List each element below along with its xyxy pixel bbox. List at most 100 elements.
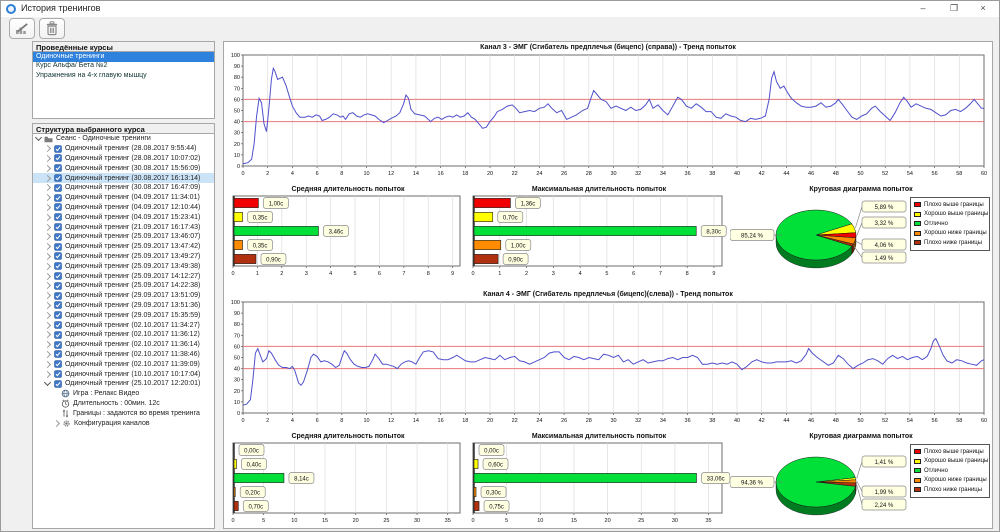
svg-text:100: 100 <box>231 300 240 306</box>
legend-row: Хорошо выше границы <box>913 210 987 220</box>
svg-text:0,30с: 0,30с <box>486 490 501 496</box>
expander-closed-icon[interactable] <box>44 233 51 240</box>
svg-text:14: 14 <box>413 418 419 424</box>
expander-open-icon[interactable] <box>35 134 42 141</box>
expander-closed-icon[interactable] <box>44 204 51 211</box>
tree-item-label: Одиночный тренинг (25.09.2017 13:47:42) <box>65 243 200 250</box>
svg-text:34: 34 <box>660 418 666 424</box>
svg-text:6: 6 <box>378 271 381 277</box>
expander-closed-icon[interactable] <box>44 175 51 182</box>
expander-closed-icon[interactable] <box>44 194 51 201</box>
tree-item-label: Одиночный тренинг (25.10.2017 12:20:01) <box>65 380 200 387</box>
tree-item-training[interactable]: Одиночный тренинг (25.09.2017 14:12:27) <box>33 271 214 281</box>
svg-text:30: 30 <box>414 518 420 524</box>
svg-text:20: 20 <box>234 389 240 395</box>
expander-closed-icon[interactable] <box>44 302 51 309</box>
svg-text:46: 46 <box>808 418 814 424</box>
expander-open-icon[interactable] <box>44 379 51 386</box>
tree-item-training[interactable]: Одиночный тренинг (30.08.2017 16:47:09) <box>33 183 214 193</box>
tree-item-training[interactable]: Одиночный тренинг (02.10.2017 11:38:46) <box>33 350 214 360</box>
check-icon <box>53 174 62 183</box>
tree-item-training[interactable]: Одиночный тренинг (02.10.2017 11:39:09) <box>33 359 214 369</box>
expander-closed-icon[interactable] <box>53 419 60 426</box>
expander-closed-icon[interactable] <box>44 145 51 152</box>
course-list-item[interactable]: Одиночные тренинги <box>33 52 214 62</box>
tree-item-training[interactable]: Одиночный тренинг (30.08.2017 15:56:09) <box>33 163 214 173</box>
tree-item-training[interactable]: Одиночный тренинг (28.08.2017 10:07:02) <box>33 154 214 164</box>
expander-closed-icon[interactable] <box>44 331 51 338</box>
expander-closed-icon[interactable] <box>44 224 51 231</box>
tree-item-label: Одиночный тренинг (30.08.2017 15:56:09) <box>65 165 200 172</box>
expander-closed-icon[interactable] <box>44 273 51 280</box>
svg-text:15: 15 <box>322 518 328 524</box>
close-button[interactable]: × <box>969 1 997 17</box>
tree-item-label: Одиночный тренинг (30.08.2017 16:13:14) <box>65 175 200 182</box>
svg-text:32: 32 <box>635 418 641 424</box>
delete-button[interactable] <box>39 18 65 39</box>
report-button[interactable] <box>9 18 35 39</box>
tree-item-detail[interactable]: Длительность : 00мин. 12с <box>33 399 214 409</box>
tree-item-training[interactable]: Одиночный тренинг (29.09.2017 13:51:09) <box>33 291 214 301</box>
tree-item-training[interactable]: Одиночный тренинг (25.09.2017 13:47:42) <box>33 242 214 252</box>
tree-item-training[interactable]: Одиночный тренинг (25.09.2017 13:49:27) <box>33 252 214 262</box>
tree-item-training[interactable]: Одиночный тренинг (25.10.2017 12:20:01) <box>33 379 214 389</box>
svg-text:3: 3 <box>305 271 308 277</box>
svg-text:60: 60 <box>234 344 240 350</box>
svg-text:0: 0 <box>471 518 474 524</box>
tree-item-session[interactable]: Сеанс - Одиночные тренинги <box>33 134 214 144</box>
svg-text:0,00с: 0,00с <box>244 448 259 454</box>
expander-closed-icon[interactable] <box>44 184 51 191</box>
tree-item-detail[interactable]: Границы : задаются во время тренинга <box>33 408 214 418</box>
tree-item-label: Одиночный тренинг (25.09.2017 13:46:07) <box>65 233 200 240</box>
svg-text:30: 30 <box>610 171 616 177</box>
expander-closed-icon[interactable] <box>44 214 51 221</box>
tree-item-training[interactable]: Одиночный тренинг (28.08.2017 9:55:44) <box>33 144 214 154</box>
svg-text:10: 10 <box>234 153 240 159</box>
tree-item-training[interactable]: Одиночный тренинг (04.09.2017 15:23:41) <box>33 212 214 222</box>
expander-closed-icon[interactable] <box>44 263 51 270</box>
expander-closed-icon[interactable] <box>44 292 51 299</box>
expander-closed-icon[interactable] <box>44 341 51 348</box>
expander-closed-icon[interactable] <box>44 361 51 368</box>
course-list-item[interactable]: Упражнения на 4-х главую мышцу <box>33 71 214 81</box>
restore-button[interactable]: ❐ <box>940 1 968 17</box>
expander-closed-icon[interactable] <box>44 351 51 358</box>
svg-text:5: 5 <box>605 271 608 277</box>
tree-item-training[interactable]: Одиночный тренинг (25.09.2017 13:46:07) <box>33 232 214 242</box>
svg-text:1,49 %: 1,49 % <box>875 256 894 262</box>
svg-text:9: 9 <box>712 271 715 277</box>
minimize-button[interactable]: – <box>909 1 937 17</box>
tree-item-training[interactable]: Одиночный тренинг (25.09.2017 13:49:38) <box>33 261 214 271</box>
tree-item-training[interactable]: Одиночный тренинг (21.09.2017 16:17:43) <box>33 222 214 232</box>
tree-item-training[interactable]: Одиночный тренинг (25.09.2017 14:22:38) <box>33 281 214 291</box>
svg-text:0: 0 <box>241 418 244 424</box>
tree-item-training[interactable]: Одиночный тренинг (04.09.2017 12:10:44) <box>33 203 214 213</box>
legend-color-chip <box>914 478 921 483</box>
game-icon <box>61 389 70 398</box>
expander-closed-icon[interactable] <box>44 253 51 260</box>
course-list-item[interactable]: Курс Альфа/ Бета №2 <box>33 62 214 72</box>
expander-closed-icon[interactable] <box>44 155 51 162</box>
tree-item-label: Одиночный тренинг (25.09.2017 14:22:38) <box>65 282 200 289</box>
tree-item-training[interactable]: Одиночный тренинг (04.09.2017 11:34:01) <box>33 193 214 203</box>
svg-text:10: 10 <box>234 400 240 406</box>
timer-icon <box>61 399 70 408</box>
tree-item-training[interactable]: Одиночный тренинг (02.10.2017 11:36:12) <box>33 330 214 340</box>
tree-item-detail[interactable]: Конфигурация каналов <box>33 418 214 428</box>
expander-closed-icon[interactable] <box>44 243 51 250</box>
svg-text:8: 8 <box>340 171 343 177</box>
svg-text:2: 2 <box>266 171 269 177</box>
tree-item-training[interactable]: Одиночный тренинг (10.10.2017 10:17:04) <box>33 369 214 379</box>
tree-item-training[interactable]: Одиночный тренинг (02.10.2017 11:34:27) <box>33 320 214 330</box>
tree-item-training[interactable]: Одиночный тренинг (30.08.2017 16:13:14) <box>33 173 214 183</box>
expander-closed-icon[interactable] <box>44 312 51 319</box>
tree-item-detail[interactable]: Игра : Релакс Видео <box>33 389 214 399</box>
tree-item-training[interactable]: Одиночный тренинг (29.09.2017 13:51:36) <box>33 301 214 311</box>
expander-closed-icon[interactable] <box>44 321 51 328</box>
expander-closed-icon[interactable] <box>44 165 51 172</box>
expander-closed-icon[interactable] <box>44 282 51 289</box>
tree-item-training[interactable]: Одиночный тренинг (02.10.2017 11:36:14) <box>33 340 214 350</box>
svg-text:0,20с: 0,20с <box>245 490 260 496</box>
tree-item-training[interactable]: Одиночный тренинг (29.09.2017 15:35:59) <box>33 310 214 320</box>
expander-closed-icon[interactable] <box>44 370 51 377</box>
